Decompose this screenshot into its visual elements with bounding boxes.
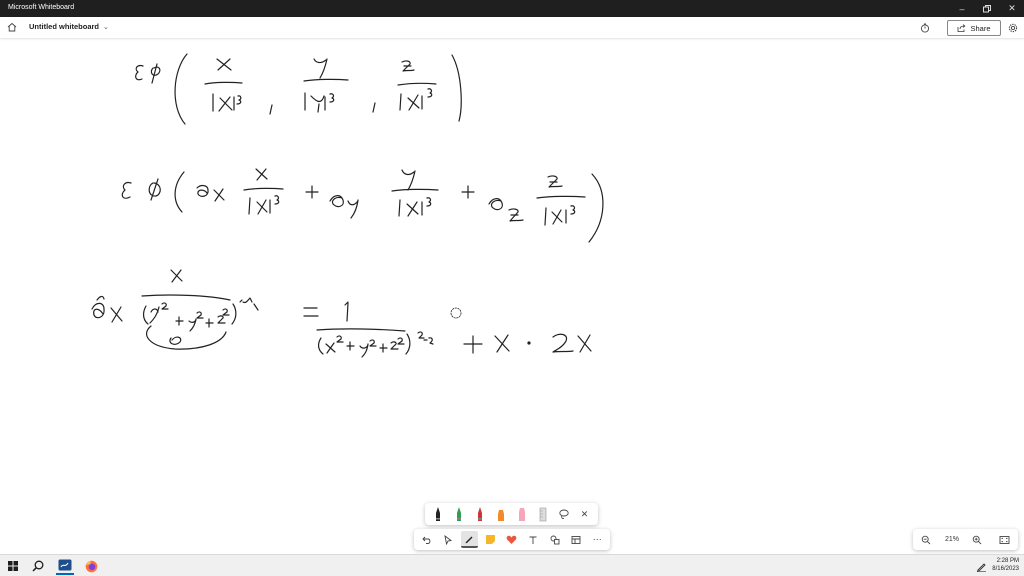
templates-tool[interactable] — [567, 531, 584, 548]
zoom-in-icon — [973, 535, 982, 544]
ellipsis-icon: ⋯ — [592, 534, 602, 544]
creation-toolbar: ⋯ — [414, 529, 610, 550]
whiteboard-canvas[interactable] — [0, 38, 1024, 554]
zoom-out-icon — [922, 535, 931, 544]
shapes-tool[interactable] — [546, 531, 563, 548]
title-bar: Microsoft Whiteboard – ✕ — [0, 0, 1024, 17]
firefox-icon — [85, 560, 97, 572]
taskbar-whiteboard-app[interactable] — [56, 557, 74, 575]
ink-line-3 — [91, 269, 592, 358]
close-pen-tray-button[interactable]: ✕ — [576, 506, 593, 523]
taskbar-firefox-app[interactable] — [82, 557, 100, 575]
app-title: Microsoft Whiteboard — [8, 4, 75, 11]
taskbar-search-button[interactable] — [29, 557, 47, 575]
gear-icon — [1008, 23, 1018, 33]
black-pen[interactable] — [430, 506, 447, 523]
zoom-out-button[interactable] — [918, 531, 935, 548]
ink-line-2 — [121, 168, 604, 243]
select-tool[interactable] — [439, 531, 456, 548]
pen-tray-icon — [976, 562, 986, 572]
start-button[interactable] — [4, 557, 22, 575]
sticky-note-icon — [486, 535, 496, 544]
share-icon — [958, 24, 966, 32]
home-icon — [7, 22, 17, 32]
app-toolbar: Untitled whiteboard ⌄ Share — [0, 17, 1024, 38]
board-title-dropdown[interactable]: Untitled whiteboard ⌄ — [29, 22, 109, 31]
close-icon: ✕ — [1008, 3, 1016, 13]
clock-date: 8/16/2023 — [992, 566, 1019, 572]
close-icon: ✕ — [580, 508, 589, 519]
lasso-icon — [559, 509, 569, 520]
green-pen[interactable] — [451, 506, 468, 523]
timer-button[interactable] — [918, 21, 932, 35]
fit-screen-icon — [999, 535, 1010, 544]
pen-icon — [478, 507, 483, 521]
windows-taskbar: 2:28 PM 8/16/2023 — [0, 554, 1024, 576]
sticky-note-tool[interactable] — [482, 531, 499, 548]
text-tool[interactable] — [525, 531, 542, 548]
search-icon — [32, 560, 44, 572]
highlighter-icon — [498, 510, 505, 521]
pen-tray: ✕ — [425, 503, 598, 525]
zoom-in-button[interactable] — [969, 531, 986, 548]
ink-line-1 — [135, 53, 462, 125]
whiteboard-app-icon — [58, 559, 72, 571]
pen-icon — [436, 507, 441, 521]
home-button[interactable] — [5, 20, 19, 34]
timer-icon — [920, 23, 930, 33]
pen-menu-tray-button[interactable] — [972, 557, 990, 575]
heart-icon — [507, 535, 517, 544]
pen-icon — [465, 536, 473, 543]
highlighter-icon — [518, 508, 525, 521]
minimize-button[interactable]: – — [950, 0, 974, 17]
inking-tool[interactable] — [460, 531, 478, 548]
board-title: Untitled whiteboard — [29, 22, 99, 31]
lasso-select-tool[interactable] — [555, 506, 572, 523]
restore-button[interactable] — [975, 0, 999, 17]
more-options-button[interactable]: ⋯ — [589, 531, 606, 548]
ink-strokes — [91, 53, 604, 358]
windows-logo-icon — [8, 561, 18, 571]
red-pen[interactable] — [472, 506, 489, 523]
undo-icon — [422, 536, 430, 544]
reactions-tool[interactable] — [503, 531, 520, 548]
close-button[interactable]: ✕ — [1000, 0, 1024, 17]
fit-to-screen-button[interactable] — [996, 531, 1013, 548]
share-button[interactable]: Share — [947, 20, 1001, 36]
minimize-icon: – — [959, 3, 965, 14]
ruler-tool[interactable] — [534, 506, 551, 523]
share-label: Share — [970, 23, 991, 33]
chevron-down-icon: ⌄ — [103, 23, 109, 31]
settings-button[interactable] — [1006, 21, 1020, 35]
shapes-icon — [550, 535, 560, 544]
text-icon — [529, 536, 537, 544]
restore-icon — [983, 4, 991, 12]
zoom-controls: 21% — [913, 529, 1018, 550]
clock-time: 2:28 PM — [996, 558, 1019, 564]
system-clock[interactable]: 2:28 PM 8/16/2023 — [992, 557, 1019, 573]
ruler-icon — [539, 507, 547, 522]
template-icon — [571, 535, 581, 544]
zoom-level: 21% — [944, 536, 959, 543]
pen-icon — [457, 507, 462, 521]
cursor-icon — [444, 534, 453, 545]
undo-button[interactable] — [418, 531, 435, 548]
pink-highlighter[interactable] — [513, 506, 530, 523]
orange-highlighter[interactable] — [493, 506, 510, 523]
